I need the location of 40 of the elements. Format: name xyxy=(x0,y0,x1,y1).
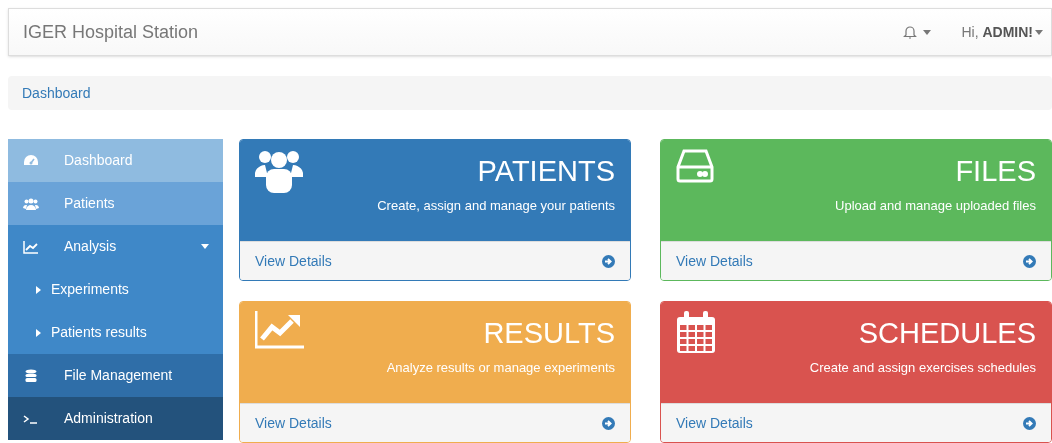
users-icon xyxy=(23,196,39,211)
caret-icon xyxy=(36,285,41,294)
panel-description: Upload and manage uploaded files xyxy=(835,197,1036,215)
caret-icon xyxy=(1035,29,1043,35)
brand-title[interactable]: IGER Hospital Station xyxy=(23,18,199,46)
panel-description: Create, assign and manage your patients xyxy=(377,197,615,215)
gauge-icon xyxy=(23,153,39,168)
line-chart-icon xyxy=(255,311,305,349)
sidebar-item[interactable]: File Management xyxy=(8,354,223,397)
sidebar-item[interactable]: Analysis xyxy=(8,225,223,268)
panel-title: RESULTS xyxy=(483,316,615,351)
breadcrumb-link[interactable]: Dashboard xyxy=(22,82,91,104)
panel-title: SCHEDULES xyxy=(858,316,1036,351)
arrow-circle-icon xyxy=(602,255,615,268)
caret-icon xyxy=(36,328,41,337)
notifications-button[interactable] xyxy=(903,25,932,39)
line-chart-icon xyxy=(23,239,39,254)
view-details-link[interactable]: View Details xyxy=(661,241,1051,280)
panel-description: Create and assign exercises schedules xyxy=(809,359,1036,377)
database-icon xyxy=(23,368,39,383)
caret-icon xyxy=(201,244,209,249)
view-details-link[interactable]: View Details xyxy=(240,241,630,280)
panel-title: FILES xyxy=(955,154,1036,189)
caret-icon xyxy=(923,29,932,35)
panel-description: Analyze results or manage experiments xyxy=(386,359,615,377)
sidebar-subitem[interactable]: Patients results xyxy=(8,311,223,354)
view-details-link[interactable]: View Details xyxy=(240,403,630,442)
bell-icon xyxy=(903,25,918,39)
arrow-circle-icon xyxy=(1023,255,1036,268)
hard-drive-icon xyxy=(676,149,714,183)
users-icon xyxy=(255,149,303,193)
user-menu[interactable]: Hi, ADMIN! xyxy=(961,21,1043,43)
arrow-circle-icon xyxy=(602,417,615,430)
arrow-circle-icon xyxy=(1023,417,1036,430)
sidebar-item[interactable]: Administration xyxy=(8,397,223,440)
sidebar-subitem[interactable]: Experiments xyxy=(8,268,223,311)
calendar-icon xyxy=(676,311,716,353)
sidebar-item[interactable]: Patients xyxy=(8,182,223,225)
panel-title: PATIENTS xyxy=(477,154,615,189)
view-details-link[interactable]: View Details xyxy=(661,403,1051,442)
